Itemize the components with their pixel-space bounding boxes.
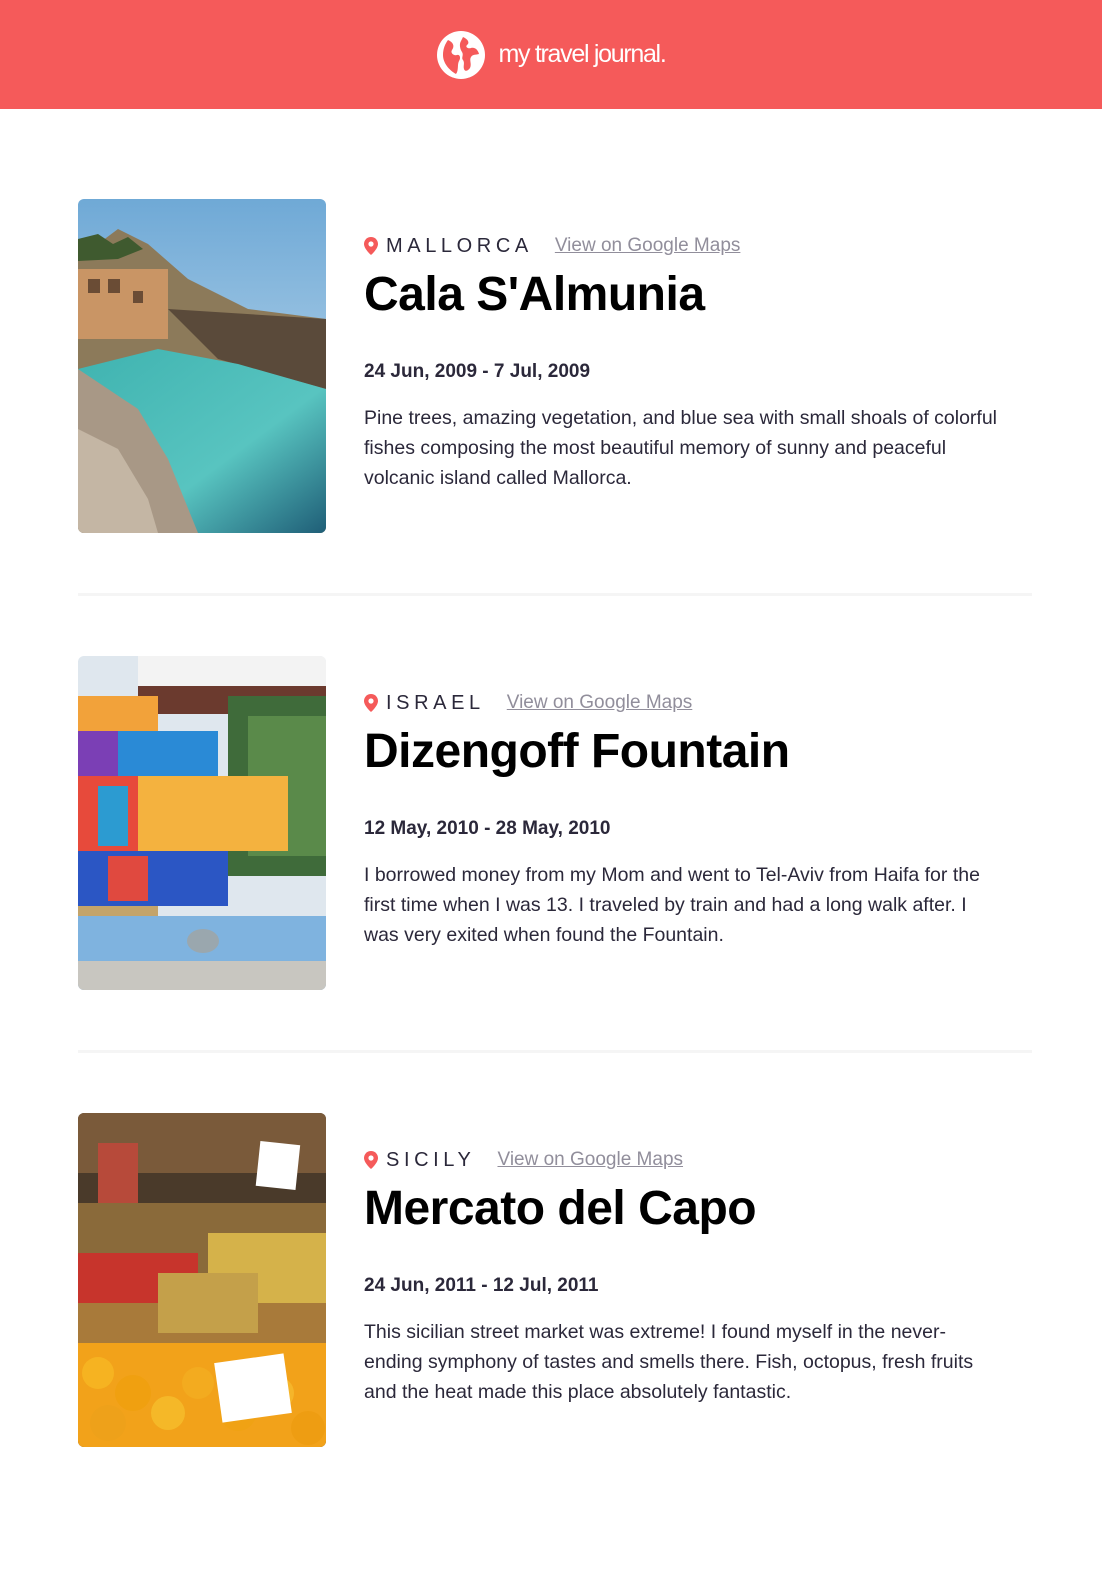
entry-location: Mallorca <box>386 234 533 257</box>
entry-divider <box>78 1050 1032 1053</box>
entry-dates: 12 May, 2010 - 28 May, 2010 <box>364 818 611 839</box>
journal-entry: Mallorca View on Google Maps Cala S'Almu… <box>78 199 1032 533</box>
entry-content: Sicily View on Google Maps Mercato del C… <box>364 1147 1014 1407</box>
entry-photo-dizengoff <box>78 656 326 990</box>
entry-photo-mallorca <box>78 199 326 533</box>
location-row: Mallorca View on Google Maps <box>364 233 1014 259</box>
view-on-google-maps-link[interactable]: View on Google Maps <box>497 1149 683 1171</box>
view-on-google-maps-link[interactable]: View on Google Maps <box>555 235 741 257</box>
entry-description: I borrowed money from my Mom and went to… <box>364 864 980 946</box>
entry-title: Mercato del Capo <box>364 1182 757 1235</box>
entry-description: Pine trees, amazing vegetation, and blue… <box>364 407 998 489</box>
app-header: my travel journal. <box>0 0 1102 109</box>
journal-entry: Sicily View on Google Maps Mercato del C… <box>78 1113 1032 1447</box>
entry-description: This sicilian street market was extreme!… <box>364 1321 974 1403</box>
location-pin-icon <box>364 1151 378 1169</box>
location-pin-icon <box>364 237 378 255</box>
location-row: Israel View on Google Maps <box>364 690 1014 716</box>
entry-dates: 24 Jun, 2011 - 12 Jul, 2011 <box>364 1275 599 1296</box>
entry-location: Israel <box>386 691 485 714</box>
globe-icon <box>436 30 485 79</box>
entry-photo-mercato <box>78 1113 326 1447</box>
entry-content: Israel View on Google Maps Dizengoff Fou… <box>364 690 1014 950</box>
entry-content: Mallorca View on Google Maps Cala S'Almu… <box>364 233 1014 493</box>
entry-divider <box>78 593 1032 596</box>
view-on-google-maps-link[interactable]: View on Google Maps <box>507 692 693 714</box>
brand-title: my travel journal. <box>498 40 667 68</box>
entry-location: Sicily <box>386 1148 476 1171</box>
entry-title: Dizengoff Fountain <box>364 725 790 778</box>
location-row: Sicily View on Google Maps <box>364 1147 1014 1173</box>
location-pin-icon <box>364 694 378 712</box>
journal-entry: Israel View on Google Maps Dizengoff Fou… <box>78 656 1032 990</box>
entry-dates: 24 Jun, 2009 - 7 Jul, 2009 <box>364 361 591 382</box>
entry-title: Cala S'Almunia <box>364 268 705 321</box>
